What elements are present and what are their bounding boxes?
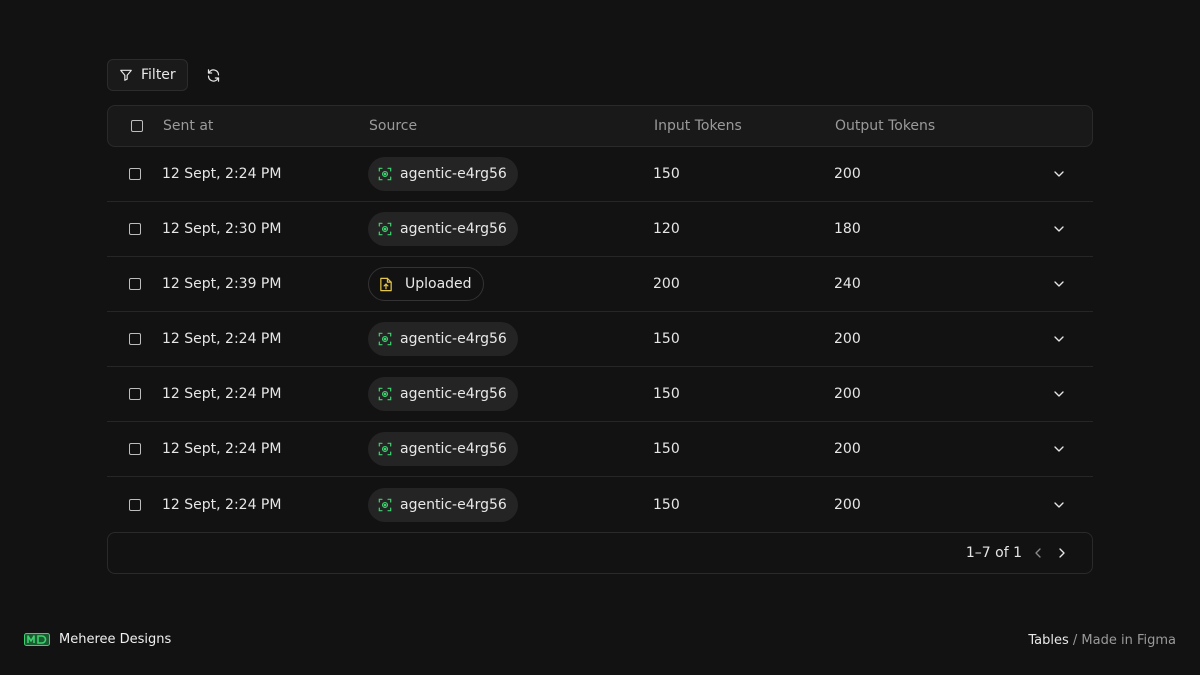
expand-row-button[interactable] bbox=[1051, 221, 1067, 237]
table-row[interactable]: 12 Sept, 2:24 PM agentic-e4rg56 150 200 bbox=[107, 147, 1093, 202]
cell-sent-at: 12 Sept, 2:30 PM bbox=[162, 221, 282, 237]
expand-row-button[interactable] bbox=[1051, 386, 1067, 402]
brand-logo-icon bbox=[24, 633, 50, 646]
table-row[interactable]: 12 Sept, 2:24 PM agentic-e4rg56 150 200 bbox=[107, 312, 1093, 367]
expand-row-button[interactable] bbox=[1051, 497, 1067, 513]
chevron-down-icon bbox=[1051, 441, 1067, 457]
source-badge[interactable]: agentic-e4rg56 bbox=[368, 212, 518, 246]
source-label: agentic-e4rg56 bbox=[400, 221, 507, 237]
source-badge[interactable]: agentic-e4rg56 bbox=[368, 157, 518, 191]
header-source[interactable]: Source bbox=[369, 118, 654, 134]
cell-output-tokens: 200 bbox=[834, 386, 861, 402]
table-row[interactable]: 12 Sept, 2:24 PM agentic-e4rg56 150 200 bbox=[107, 422, 1093, 477]
table-row[interactable]: 12 Sept, 2:39 PM Uploaded 200 240 bbox=[107, 257, 1093, 312]
chevron-right-icon bbox=[1054, 545, 1070, 561]
filter-label: Filter bbox=[141, 67, 176, 83]
agent-scan-icon bbox=[378, 332, 392, 346]
cell-sent-at: 12 Sept, 2:24 PM bbox=[162, 386, 282, 402]
chevron-down-icon bbox=[1051, 497, 1067, 513]
agent-scan-icon bbox=[378, 387, 392, 401]
source-label: Uploaded bbox=[405, 276, 472, 292]
row-checkbox[interactable] bbox=[128, 278, 141, 290]
cell-output-tokens: 240 bbox=[834, 276, 861, 292]
cell-sent-at: 12 Sept, 2:24 PM bbox=[162, 166, 282, 182]
brand-name: Meheree Designs bbox=[59, 632, 172, 647]
cell-output-tokens: 200 bbox=[834, 441, 861, 457]
select-all-checkbox[interactable] bbox=[130, 120, 143, 132]
credit: Tables / Made in Figma bbox=[1028, 633, 1176, 648]
cell-input-tokens: 120 bbox=[653, 221, 680, 237]
table-body: 12 Sept, 2:24 PM agentic-e4rg56 150 200 12 S… bbox=[107, 147, 1093, 532]
refresh-icon bbox=[206, 68, 221, 83]
table-row[interactable]: 12 Sept, 2:30 PM agentic-e4rg56 120 180 bbox=[107, 202, 1093, 257]
row-checkbox[interactable] bbox=[128, 333, 141, 345]
file-upload-icon bbox=[379, 277, 393, 292]
cell-sent-at: 12 Sept, 2:24 PM bbox=[162, 441, 282, 457]
header-sent-at[interactable]: Sent at bbox=[163, 118, 369, 134]
cell-input-tokens: 150 bbox=[653, 496, 680, 513]
usage-table: Sent at Source Input Tokens Output Token… bbox=[107, 105, 1093, 574]
cell-input-tokens: 150 bbox=[653, 441, 680, 457]
pagination-range: 1–7 of 1 bbox=[965, 545, 1022, 561]
cell-sent-at: 12 Sept, 2:24 PM bbox=[162, 496, 282, 513]
credit-title: Tables bbox=[1028, 633, 1069, 648]
prev-page-button[interactable] bbox=[1030, 545, 1046, 561]
chevron-down-icon bbox=[1051, 221, 1067, 237]
next-page-button[interactable] bbox=[1054, 545, 1070, 561]
cell-sent-at: 12 Sept, 2:39 PM bbox=[162, 276, 282, 292]
expand-row-button[interactable] bbox=[1051, 276, 1067, 292]
expand-row-button[interactable] bbox=[1051, 441, 1067, 457]
pagination-bar: 1–7 of 1 bbox=[107, 532, 1093, 574]
table-header: Sent at Source Input Tokens Output Token… bbox=[107, 105, 1093, 147]
cell-output-tokens: 180 bbox=[834, 221, 861, 237]
cell-input-tokens: 150 bbox=[653, 331, 680, 347]
header-input-tokens[interactable]: Input Tokens bbox=[654, 118, 835, 134]
source-badge[interactable]: agentic-e4rg56 bbox=[368, 377, 518, 411]
cell-sent-at: 12 Sept, 2:24 PM bbox=[162, 331, 282, 347]
chevron-down-icon bbox=[1051, 331, 1067, 347]
chevron-down-icon bbox=[1051, 276, 1067, 292]
source-label: agentic-e4rg56 bbox=[400, 441, 507, 457]
toolbar: Filter bbox=[107, 59, 228, 91]
source-badge[interactable]: agentic-e4rg56 bbox=[368, 432, 518, 466]
source-label: agentic-e4rg56 bbox=[400, 386, 507, 402]
chevron-down-icon bbox=[1051, 386, 1067, 402]
row-checkbox[interactable] bbox=[128, 443, 141, 455]
header-output-tokens[interactable]: Output Tokens bbox=[835, 118, 1025, 134]
table-row[interactable]: 12 Sept, 2:24 PM agentic-e4rg56 150 200 bbox=[107, 367, 1093, 422]
agent-scan-icon bbox=[378, 167, 392, 181]
source-badge[interactable]: Uploaded bbox=[368, 267, 484, 301]
credit-rest: / Made in Figma bbox=[1068, 633, 1176, 648]
agent-scan-icon bbox=[378, 222, 392, 236]
row-checkbox[interactable] bbox=[128, 223, 141, 235]
filter-button[interactable]: Filter bbox=[107, 59, 188, 91]
cell-input-tokens: 200 bbox=[653, 276, 680, 292]
row-checkbox[interactable] bbox=[128, 388, 141, 400]
brand: Meheree Designs bbox=[24, 632, 171, 647]
agent-scan-icon bbox=[378, 442, 392, 456]
source-label: agentic-e4rg56 bbox=[400, 166, 507, 182]
cell-input-tokens: 150 bbox=[653, 386, 680, 402]
filter-icon bbox=[119, 68, 133, 82]
source-label: agentic-e4rg56 bbox=[400, 496, 507, 513]
source-badge[interactable]: agentic-e4rg56 bbox=[368, 487, 518, 522]
chevron-left-icon bbox=[1030, 545, 1046, 561]
cell-output-tokens: 200 bbox=[834, 166, 861, 182]
chevron-down-icon bbox=[1051, 166, 1067, 182]
source-badge[interactable]: agentic-e4rg56 bbox=[368, 322, 518, 356]
expand-row-button[interactable] bbox=[1051, 166, 1067, 182]
agent-scan-icon bbox=[378, 498, 392, 512]
row-checkbox[interactable] bbox=[128, 168, 141, 180]
source-label: agentic-e4rg56 bbox=[400, 331, 507, 347]
expand-row-button[interactable] bbox=[1051, 331, 1067, 347]
refresh-button[interactable] bbox=[200, 61, 228, 89]
cell-output-tokens: 200 bbox=[834, 496, 861, 513]
table-row[interactable]: 12 Sept, 2:24 PM agentic-e4rg56 150 200 bbox=[107, 477, 1093, 532]
cell-output-tokens: 200 bbox=[834, 331, 861, 347]
row-checkbox[interactable] bbox=[128, 498, 141, 511]
cell-input-tokens: 150 bbox=[653, 166, 680, 182]
